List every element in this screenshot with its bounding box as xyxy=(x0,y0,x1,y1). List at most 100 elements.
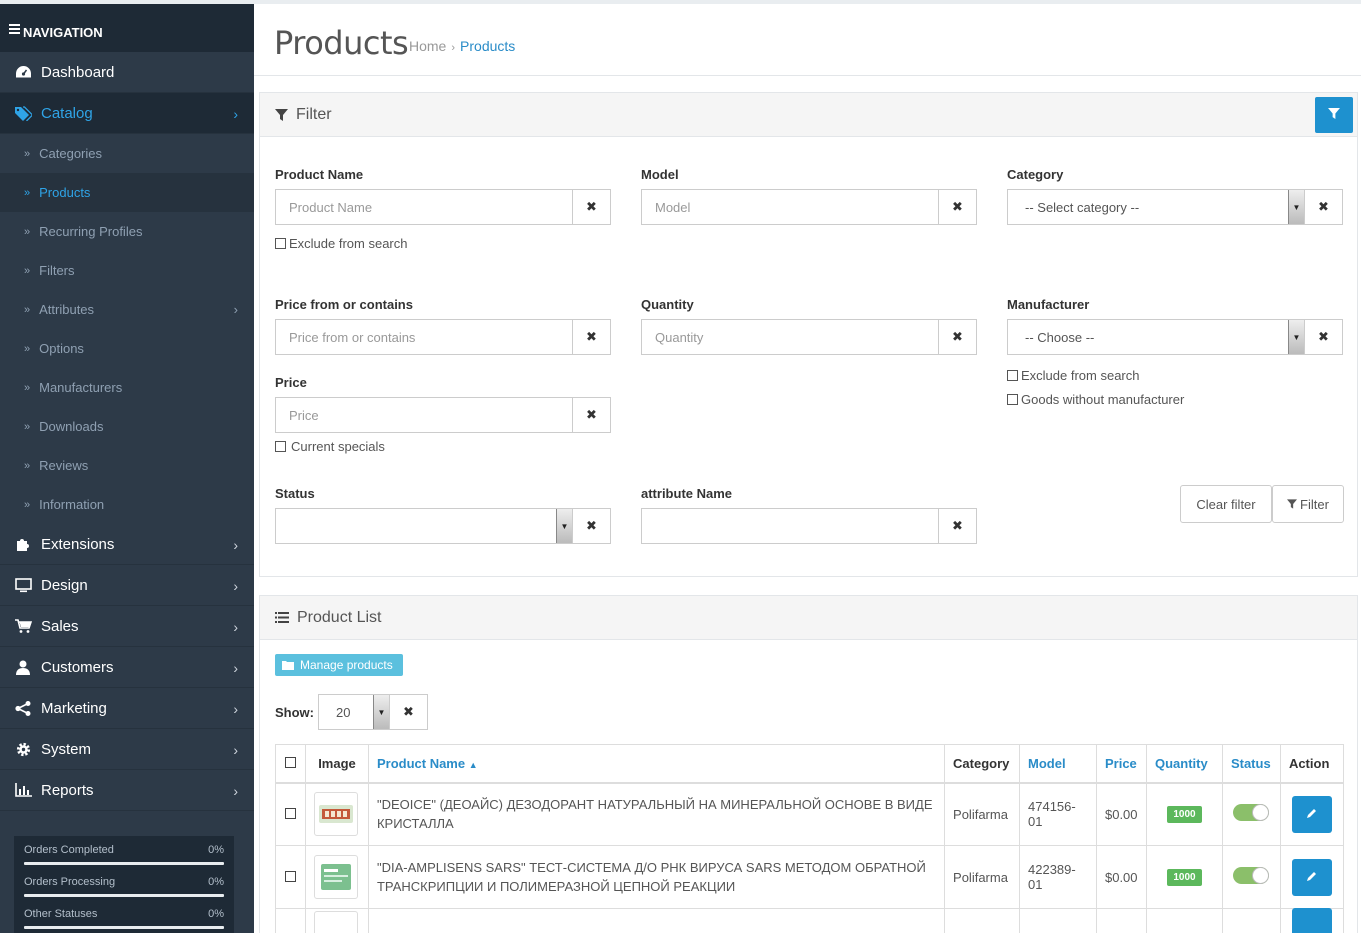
double-chevron-icon: » xyxy=(24,498,31,511)
category-label: Category xyxy=(1007,167,1064,182)
clear-price-from-button[interactable]: ✖ xyxy=(573,319,611,355)
toggle-filter-button[interactable] xyxy=(1315,97,1353,133)
per-page-select[interactable]: 20 ▼ xyxy=(318,694,390,730)
sidebar-subitem-categories[interactable]: » Categories xyxy=(0,134,254,173)
checkbox-box[interactable] xyxy=(1007,370,1018,381)
edit-button[interactable] xyxy=(1291,858,1332,896)
share-icon xyxy=(14,700,32,716)
clear-per-page-button[interactable]: ✖ xyxy=(390,694,428,730)
breadcrumb-home[interactable]: Home xyxy=(409,38,446,54)
manage-products-button[interactable]: Manage products xyxy=(275,654,403,676)
select-all-checkbox[interactable] xyxy=(284,756,296,768)
column-category: Category xyxy=(944,744,1021,784)
column-status[interactable]: Status xyxy=(1221,744,1281,784)
quantity-badge: 1000 xyxy=(1167,869,1202,886)
sidebar-subitem-manufacturers[interactable]: » Manufacturers xyxy=(0,368,254,407)
chevron-right-icon: › xyxy=(233,578,238,594)
select-arrow-icon: ▼ xyxy=(1288,320,1304,354)
sidebar-subitem-downloads[interactable]: » Downloads xyxy=(0,407,254,446)
price-from-label: Price from or contains xyxy=(275,297,413,312)
clear-attribute-name-button[interactable]: ✖ xyxy=(939,508,977,544)
row-status-cell xyxy=(1221,908,1281,933)
row-model: 474156-01 xyxy=(1019,782,1097,846)
price-from-input[interactable]: Price from or contains xyxy=(275,319,573,355)
navigation-header[interactable]: NAVIGATION xyxy=(0,0,254,52)
sidebar-item-design[interactable]: Design › xyxy=(0,565,254,606)
checkbox-box[interactable] xyxy=(275,238,286,249)
double-chevron-icon: » xyxy=(24,459,31,472)
chevron-right-icon: › xyxy=(233,660,238,676)
stat-value: 0% xyxy=(208,876,224,888)
attribute-name-input[interactable] xyxy=(641,508,939,544)
order-stats: Orders Completed 0% Orders Processing 0% O… xyxy=(14,836,234,933)
clear-status-button[interactable]: ✖ xyxy=(573,508,611,544)
column-image: Image xyxy=(304,744,369,784)
checkbox-box[interactable] xyxy=(275,441,286,452)
sidebar-subitem-attributes[interactable]: » Attributes › xyxy=(0,290,254,329)
product-name-group: Product Name Product Name ✖ Exclude from… xyxy=(275,167,611,251)
sidebar-item-extensions[interactable]: Extensions › xyxy=(0,524,254,565)
status-toggle[interactable] xyxy=(1233,867,1270,884)
current-specials-checkbox[interactable]: Current specials xyxy=(275,439,611,454)
sidebar-item-customers[interactable]: Customers › xyxy=(0,647,254,688)
quantity-input[interactable]: Quantity xyxy=(641,319,939,355)
sidebar-subitem-reviews[interactable]: » Reviews xyxy=(0,446,254,485)
checkbox-box[interactable] xyxy=(1007,394,1018,405)
edit-button[interactable] xyxy=(1291,907,1332,933)
sidebar-item-label: Design xyxy=(41,576,88,594)
clear-product-name-button[interactable]: ✖ xyxy=(573,189,611,225)
category-select[interactable]: -- Select category -- ▼ xyxy=(1007,189,1305,225)
manufacturer-group: Manufacturer -- Choose -- ▼ ✖ Exclude fro… xyxy=(1007,297,1343,407)
clear-quantity-button[interactable]: ✖ xyxy=(939,319,977,355)
price-label: Price xyxy=(275,375,307,390)
exclude-manufacturer-checkbox[interactable]: Exclude from search xyxy=(1007,368,1343,383)
sidebar-subitem-filters[interactable]: » Filters xyxy=(0,251,254,290)
product-thumbnail[interactable] xyxy=(313,855,358,899)
double-chevron-icon: » xyxy=(24,264,31,277)
clear-price-button[interactable]: ✖ xyxy=(573,397,611,433)
product-thumbnail[interactable] xyxy=(313,792,358,837)
column-model[interactable]: Model xyxy=(1019,744,1097,784)
sidebar-subitem-information[interactable]: » Information xyxy=(0,485,254,524)
column-price[interactable]: Price xyxy=(1095,744,1147,784)
clear-filter-button[interactable]: Clear filter xyxy=(1180,485,1272,523)
clear-category-button[interactable]: ✖ xyxy=(1305,189,1343,225)
product-table: Image Product Name ▲ Category Model Pric… xyxy=(275,744,1345,933)
status-select[interactable]: ▼ xyxy=(275,508,573,544)
price-input[interactable]: Price xyxy=(275,397,573,433)
chevron-right-icon: › xyxy=(233,742,238,758)
sidebar-item-marketing[interactable]: Marketing › xyxy=(0,688,254,729)
sidebar-item-catalog[interactable]: Catalog › xyxy=(0,93,254,134)
column-product-name[interactable]: Product Name ▲ xyxy=(367,744,946,784)
clear-manufacturer-button[interactable]: ✖ xyxy=(1305,319,1343,355)
clear-model-button[interactable]: ✖ xyxy=(939,189,977,225)
select-all-cell xyxy=(275,744,306,784)
row-product-name: "DEOICE" (ДЕОАЙС) ДЕЗОДОРАНТ НАТУРАЛЬНЫЙ… xyxy=(367,782,946,846)
sidebar-subitem-options[interactable]: » Options xyxy=(0,329,254,368)
sidebar-item-reports[interactable]: Reports › xyxy=(0,770,254,811)
model-input[interactable]: Model xyxy=(641,189,939,225)
product-thumbnail[interactable] xyxy=(313,911,358,933)
edit-button[interactable] xyxy=(1291,795,1332,833)
manufacturer-select[interactable]: -- Choose -- ▼ xyxy=(1007,319,1305,355)
sidebar-item-sales[interactable]: Sales › xyxy=(0,606,254,647)
status-toggle[interactable] xyxy=(1233,804,1270,822)
stat-other-statuses: Other Statuses 0% xyxy=(24,908,224,929)
attribute-name-label: attribute Name xyxy=(641,486,733,501)
sidebar-subitem-recurring-profiles[interactable]: » Recurring Profiles xyxy=(0,212,254,251)
sidebar-subitem-label: Reviews xyxy=(39,458,89,473)
sidebar-subitem-products[interactable]: » Products xyxy=(0,173,254,212)
row-image-cell xyxy=(304,845,369,909)
apply-filter-button[interactable]: Filter xyxy=(1272,485,1344,523)
without-manufacturer-checkbox[interactable]: Goods without manufacturer xyxy=(1007,392,1343,407)
row-checkbox[interactable] xyxy=(284,870,296,882)
product-name-input[interactable]: Product Name xyxy=(275,189,573,225)
breadcrumb-products[interactable]: Products xyxy=(460,38,515,54)
sidebar-item-dashboard[interactable]: Dashboard xyxy=(0,52,254,93)
column-quantity[interactable]: Quantity xyxy=(1145,744,1223,784)
filter-panel: Filter Product Name Product Name ✖ Exclu… xyxy=(259,92,1358,577)
row-checkbox[interactable] xyxy=(284,807,296,819)
sidebar-item-system[interactable]: System › xyxy=(0,729,254,770)
product-list-header: Product List xyxy=(260,596,1357,640)
exclude-product-name-checkbox[interactable]: Exclude from search xyxy=(275,236,611,251)
